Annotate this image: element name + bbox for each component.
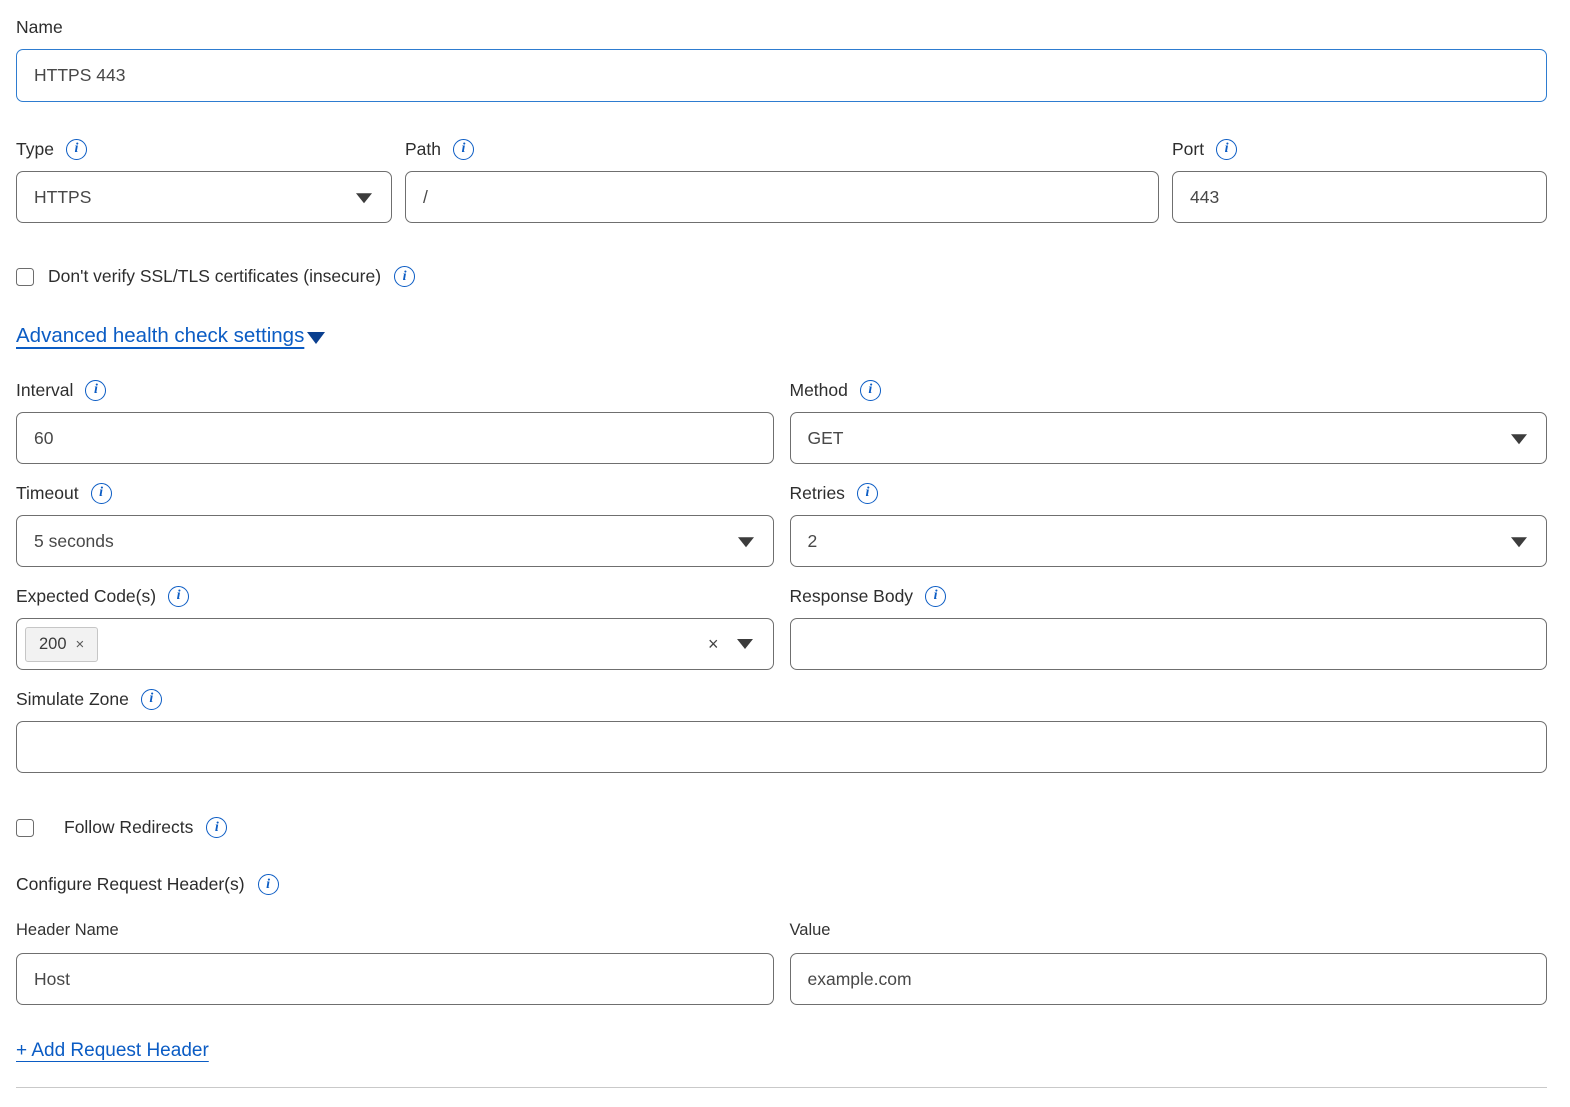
expected-codes-multiselect[interactable]: 200 × × xyxy=(16,618,774,670)
interval-label: Interval i xyxy=(16,379,774,401)
follow-redirects-checkbox[interactable] xyxy=(16,819,34,837)
response-body-label: Response Body i xyxy=(790,585,1548,607)
request-header-row: Header Name Value xyxy=(16,921,1547,1005)
port-label: Port i xyxy=(1172,138,1547,160)
expected-codes-label: Expected Code(s) i xyxy=(16,585,774,607)
ssl-verify-label: Don't verify SSL/TLS certificates (insec… xyxy=(48,266,381,287)
simulate-zone-label: Simulate Zone i xyxy=(16,688,1547,710)
chevron-down-icon xyxy=(356,193,372,203)
header-name-column-label: Header Name xyxy=(16,921,774,940)
retries-select-value: 2 xyxy=(808,531,818,552)
info-icon[interactable]: i xyxy=(857,483,878,504)
info-icon[interactable]: i xyxy=(453,139,474,160)
health-check-form: Name Type i HTTPS Path i Port i xyxy=(0,0,1570,1088)
follow-redirects-label: Follow Redirects xyxy=(64,817,193,838)
type-select[interactable]: HTTPS xyxy=(16,171,392,223)
info-icon[interactable]: i xyxy=(141,689,162,710)
chevron-down-icon xyxy=(1511,434,1527,444)
chevron-down-icon xyxy=(307,332,325,344)
header-name-input[interactable] xyxy=(16,953,774,1005)
chevron-down-icon xyxy=(737,639,753,649)
info-icon[interactable]: i xyxy=(258,874,279,895)
method-select[interactable]: GET xyxy=(790,412,1548,464)
ssl-verify-checkbox[interactable] xyxy=(16,268,34,286)
info-icon[interactable]: i xyxy=(206,817,227,838)
type-label: Type i xyxy=(16,138,392,160)
section-divider xyxy=(16,1087,1547,1088)
path-input[interactable] xyxy=(405,171,1159,223)
type-select-value: HTTPS xyxy=(34,187,91,208)
info-icon[interactable]: i xyxy=(1216,139,1237,160)
method-select-value: GET xyxy=(808,428,844,449)
info-icon[interactable]: i xyxy=(394,266,415,287)
timeout-select[interactable]: 5 seconds xyxy=(16,515,774,567)
add-request-header-link[interactable]: + Add Request Header xyxy=(16,1040,209,1062)
advanced-settings-link[interactable]: Advanced health check settings xyxy=(16,324,325,348)
method-label: Method i xyxy=(790,379,1548,401)
info-icon[interactable]: i xyxy=(925,586,946,607)
header-value-input[interactable] xyxy=(790,953,1548,1005)
timeout-label: Timeout i xyxy=(16,482,774,504)
retries-label: Retries i xyxy=(790,482,1548,504)
name-label: Name xyxy=(16,16,1547,38)
clear-all-icon[interactable]: × xyxy=(708,635,719,653)
header-value-column-label: Value xyxy=(790,921,1548,940)
interval-input[interactable] xyxy=(16,412,774,464)
simulate-zone-input[interactable] xyxy=(16,721,1547,773)
request-headers-title: Configure Request Header(s) xyxy=(16,874,245,895)
retries-select[interactable]: 2 xyxy=(790,515,1548,567)
info-icon[interactable]: i xyxy=(168,586,189,607)
chevron-down-icon xyxy=(1511,537,1527,547)
info-icon[interactable]: i xyxy=(85,380,106,401)
info-icon[interactable]: i xyxy=(91,483,112,504)
expected-code-tag-value: 200 xyxy=(39,635,67,654)
port-input[interactable] xyxy=(1172,171,1547,223)
chevron-down-icon xyxy=(738,537,754,547)
timeout-select-value: 5 seconds xyxy=(34,531,114,552)
info-icon[interactable]: i xyxy=(66,139,87,160)
info-icon[interactable]: i xyxy=(860,380,881,401)
response-body-input[interactable] xyxy=(790,618,1548,670)
path-label: Path i xyxy=(405,138,1159,160)
expected-code-tag: 200 × xyxy=(25,627,98,662)
name-input[interactable] xyxy=(16,49,1547,102)
remove-tag-icon[interactable]: × xyxy=(76,637,85,652)
